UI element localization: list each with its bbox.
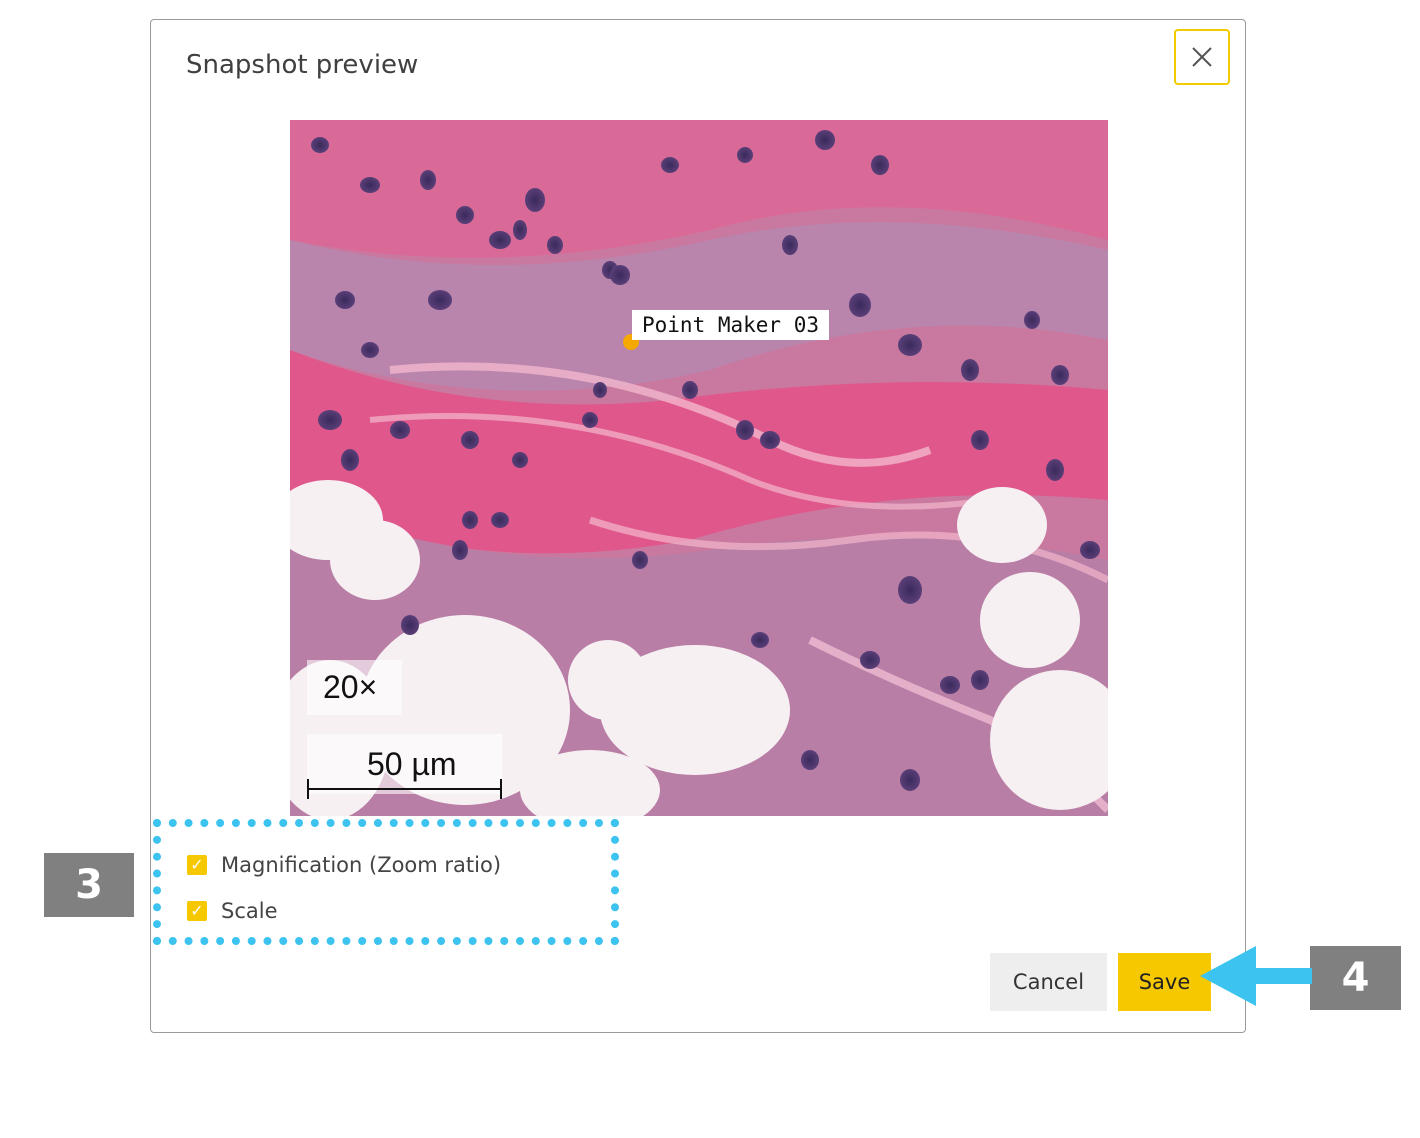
dialog-title: Snapshot preview	[186, 50, 419, 80]
scale-text: 50 µm	[367, 746, 457, 782]
arrow-left-icon	[1200, 946, 1312, 1006]
close-icon	[1192, 47, 1212, 67]
options-highlight-box	[153, 819, 619, 945]
scale-overlay: 50 µm	[307, 734, 502, 799]
point-marker-label: Point Maker 03	[632, 310, 830, 340]
step-3-badge: 3	[44, 853, 134, 917]
step-4-badge: 4	[1310, 946, 1401, 1010]
magnification-overlay: 20×	[307, 660, 402, 715]
save-button[interactable]: Save	[1118, 953, 1211, 1011]
scale-bar	[307, 779, 502, 799]
tissue-image	[290, 120, 1108, 816]
close-button[interactable]	[1174, 29, 1230, 85]
snapshot-image: Point Maker 03 20× 50 µm	[290, 120, 1108, 816]
cancel-button[interactable]: Cancel	[990, 953, 1107, 1011]
